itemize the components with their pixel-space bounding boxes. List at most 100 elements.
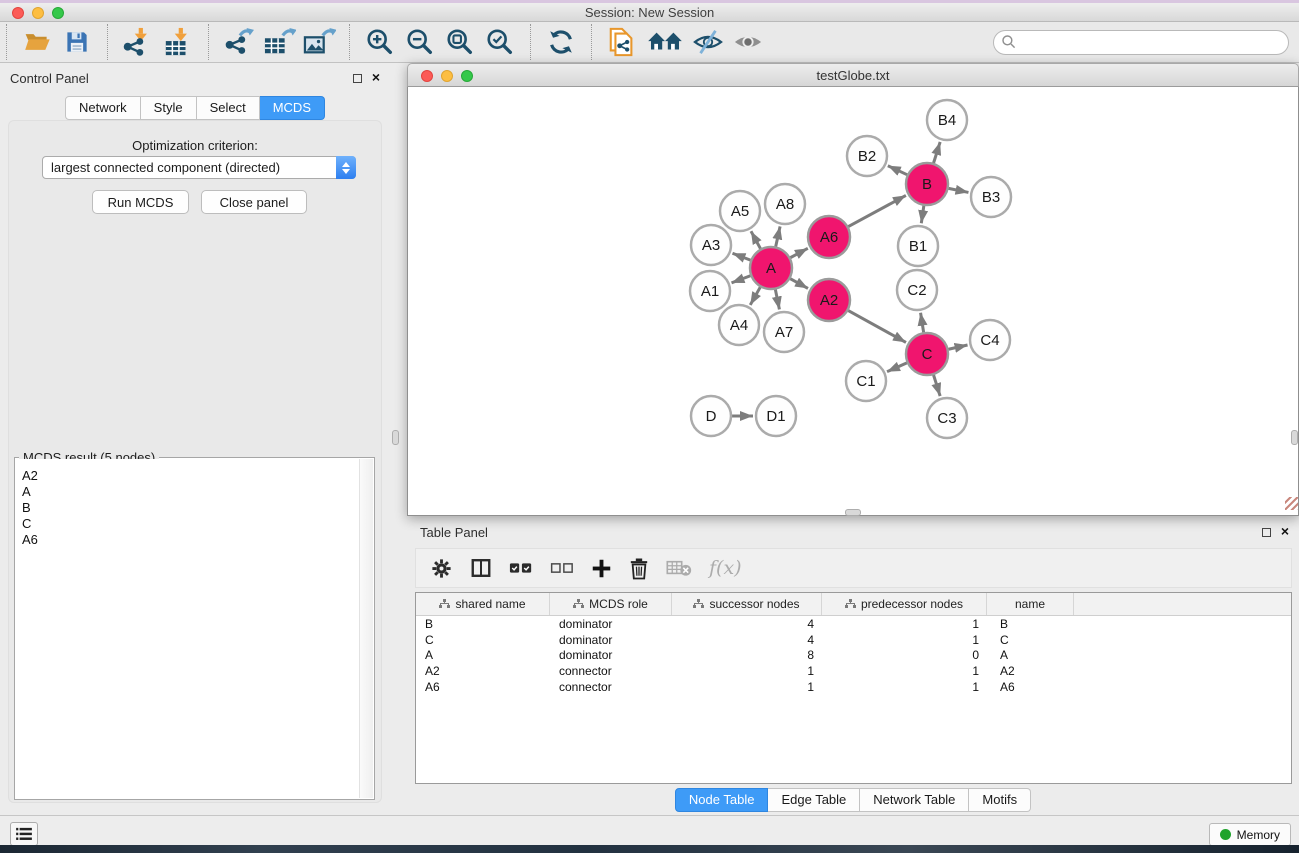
graph-node-B2[interactable]: B2 <box>847 136 887 176</box>
export-image-icon[interactable] <box>302 26 336 58</box>
show-all-icon[interactable] <box>731 26 765 58</box>
graph-node-B1[interactable]: B1 <box>898 226 938 266</box>
node-table[interactable]: shared nameMCDS rolesuccessor nodesprede… <box>415 592 1292 784</box>
run-mcds-button[interactable]: Run MCDS <box>92 190 189 214</box>
zoom-in-icon[interactable] <box>363 26 397 58</box>
table-cell[interactable]: A6 <box>416 680 550 694</box>
memory-button[interactable]: Memory <box>1209 823 1291 846</box>
table-cell[interactable]: 1 <box>672 664 822 678</box>
table-cell[interactable]: 1 <box>822 680 987 694</box>
graph-node-B4[interactable]: B4 <box>927 100 967 140</box>
graph-edge-A-A6[interactable] <box>790 248 807 257</box>
app-titlebar[interactable]: Session: New Session <box>0 3 1299 22</box>
result-item[interactable]: A2 <box>22 468 353 484</box>
result-item[interactable]: B <box>22 500 353 516</box>
float-panel-icon[interactable] <box>1262 528 1271 537</box>
tab-network[interactable]: Network <box>65 96 141 120</box>
graph-edge-A-A1[interactable] <box>732 276 751 283</box>
graph-edge-B-B3[interactable] <box>949 188 969 192</box>
tab-motifs[interactable]: Motifs <box>969 788 1031 812</box>
column-header-name[interactable]: name <box>987 593 1074 615</box>
import-network-icon[interactable] <box>121 26 155 58</box>
result-scrollbar[interactable] <box>359 459 373 798</box>
delete-row-icon[interactable] <box>629 557 649 580</box>
canvas-left-scroll-thumb[interactable] <box>392 430 399 445</box>
table-cell[interactable]: dominator <box>550 648 672 662</box>
table-cell[interactable]: B <box>416 617 550 631</box>
table-cell[interactable]: 4 <box>672 633 822 647</box>
column-header-MCDS-role[interactable]: MCDS role <box>550 593 672 615</box>
float-panel-icon[interactable] <box>353 74 362 83</box>
table-cell[interactable]: connector <box>550 680 672 694</box>
table-cell[interactable]: 0 <box>822 648 987 662</box>
close-panel-icon[interactable]: × <box>1281 523 1289 539</box>
graph-node-A2[interactable]: A2 <box>808 279 850 321</box>
graph-node-A[interactable]: A <box>750 247 792 289</box>
zoom-fit-icon[interactable] <box>443 26 477 58</box>
zoom-selected-icon[interactable] <box>483 26 517 58</box>
graph-edge-A-A7[interactable] <box>775 290 779 310</box>
table-cell[interactable]: C <box>987 633 1074 647</box>
table-cell[interactable]: B <box>987 617 1074 631</box>
graph-node-A6[interactable]: A6 <box>808 216 850 258</box>
table-cell[interactable]: dominator <box>550 633 672 647</box>
graph-edge-A-A4[interactable] <box>750 287 760 305</box>
result-item[interactable]: A <box>22 484 353 500</box>
search-box[interactable] <box>993 30 1289 55</box>
graph-edge-A-A2[interactable] <box>790 279 808 289</box>
graph-edge-A6-B[interactable] <box>848 195 906 226</box>
table-row[interactable]: Cdominator41C <box>416 632 1291 648</box>
task-history-button[interactable] <box>10 822 38 846</box>
column-header-successor-nodes[interactable]: successor nodes <box>672 593 822 615</box>
graph-node-A4[interactable]: A4 <box>719 305 759 345</box>
result-item[interactable]: C <box>22 516 353 532</box>
table-cell[interactable]: 1 <box>672 680 822 694</box>
graph-edge-A-A5[interactable] <box>751 231 761 248</box>
refresh-icon[interactable] <box>544 26 578 58</box>
close-panel-icon[interactable]: × <box>372 69 380 85</box>
table-row[interactable]: Adominator80A <box>416 647 1291 663</box>
search-input[interactable] <box>1017 32 1288 52</box>
tab-edge-table[interactable]: Edge Table <box>768 788 860 812</box>
table-row[interactable]: Bdominator41B <box>416 616 1291 632</box>
unselect-all-icon[interactable] <box>550 560 574 576</box>
show-column-icon[interactable] <box>470 557 492 579</box>
tab-select[interactable]: Select <box>197 96 260 120</box>
export-table-icon[interactable] <box>262 26 296 58</box>
first-neighbors-icon[interactable] <box>645 26 685 58</box>
table-cell[interactable]: A6 <box>987 680 1074 694</box>
table-cell[interactable]: 8 <box>672 648 822 662</box>
close-panel-button[interactable]: Close panel <box>201 190 307 214</box>
table-cell[interactable]: A <box>987 648 1074 662</box>
function-builder-icon[interactable]: f(x) <box>709 557 742 579</box>
graph-edge-B-B2[interactable] <box>888 166 907 175</box>
graph-edge-B-B1[interactable] <box>921 206 924 223</box>
column-header-predecessor-nodes[interactable]: predecessor nodes <box>822 593 987 615</box>
settings-gear-icon[interactable] <box>430 557 453 580</box>
graph-node-C1[interactable]: C1 <box>846 361 886 401</box>
table-row[interactable]: A2connector11A2 <box>416 663 1291 679</box>
tab-node-table[interactable]: Node Table <box>675 788 769 812</box>
tab-network-table[interactable]: Network Table <box>860 788 969 812</box>
graph-node-B3[interactable]: B3 <box>971 177 1011 217</box>
graph-node-C3[interactable]: C3 <box>927 398 967 438</box>
graph-node-D[interactable]: D <box>691 396 731 436</box>
graph-node-C[interactable]: C <box>906 333 948 375</box>
table-cell[interactable]: 1 <box>822 617 987 631</box>
table-cell[interactable]: 1 <box>822 633 987 647</box>
graph-node-A5[interactable]: A5 <box>720 191 760 231</box>
mcds-result-list[interactable]: A2ABCA6 <box>16 459 359 798</box>
graph-node-A3[interactable]: A3 <box>691 225 731 265</box>
tab-style[interactable]: Style <box>141 96 197 120</box>
export-network-icon[interactable] <box>222 26 256 58</box>
save-session-icon[interactable] <box>60 26 94 58</box>
graph-edge-C-C4[interactable] <box>948 345 967 349</box>
import-table-icon[interactable] <box>161 26 195 58</box>
criterion-dropdown[interactable]: largest connected component (directed) <box>42 156 356 179</box>
graph-node-D1[interactable]: D1 <box>756 396 796 436</box>
graph-node-A8[interactable]: A8 <box>765 184 805 224</box>
result-item[interactable]: A6 <box>22 532 353 548</box>
graph-edge-C-C3[interactable] <box>934 375 941 396</box>
graph-edge-A-A3[interactable] <box>732 253 750 260</box>
graph-node-C4[interactable]: C4 <box>970 320 1010 360</box>
